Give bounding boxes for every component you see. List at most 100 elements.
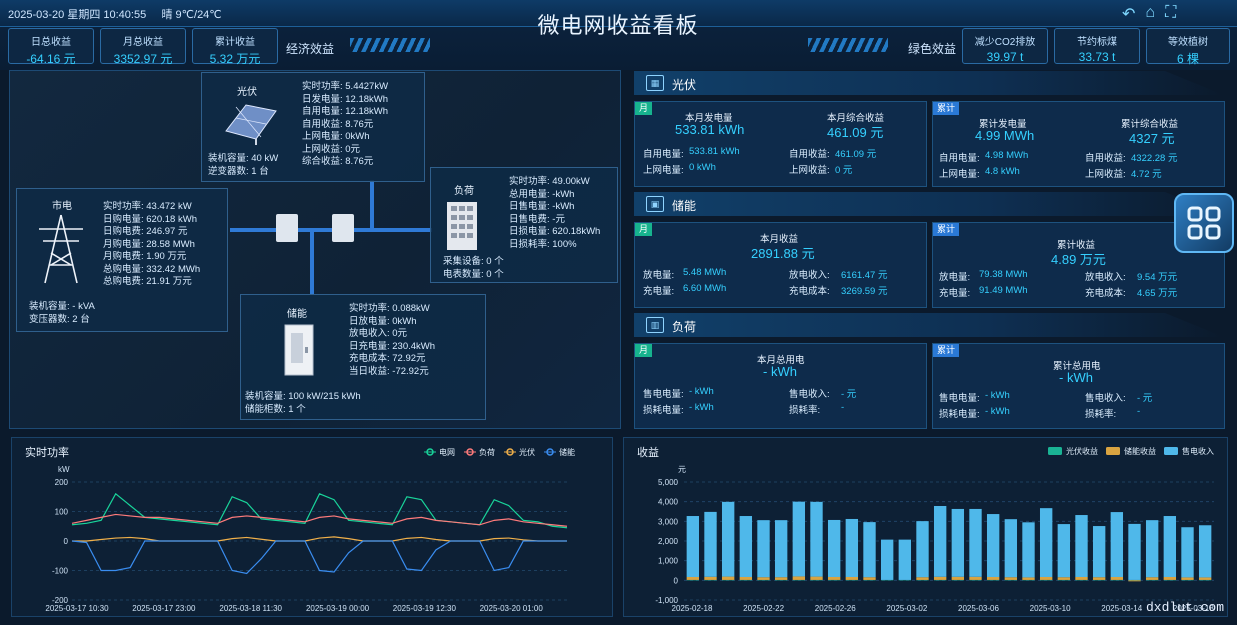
row-label: 放电收入: bbox=[1085, 272, 1126, 283]
grid-node-title: 市电 bbox=[52, 201, 72, 212]
stat-row: 日售电量: -kWh bbox=[509, 201, 575, 212]
meter-icon bbox=[332, 214, 354, 242]
bar-storage bbox=[774, 577, 788, 580]
total-tag: 累计 bbox=[933, 344, 960, 357]
bar-sale bbox=[916, 521, 929, 578]
home-icon[interactable]: ⌂ bbox=[1145, 4, 1155, 24]
row-value: 79.38 MWh bbox=[979, 269, 1028, 280]
row-value: - 元 bbox=[1137, 393, 1153, 404]
bar-sale bbox=[792, 501, 806, 577]
row-label: 充电成本: bbox=[1085, 288, 1126, 299]
row-label: 售电收入: bbox=[789, 389, 830, 400]
load-total-card: 累计 累计总用电 - kWh 售电电量: - kWh 售电收入: - 元 损耗电量: -… bbox=[932, 343, 1225, 429]
legend-label: 售电收入 bbox=[1182, 446, 1214, 456]
bar-sale bbox=[933, 505, 947, 577]
row-value: 4.8 kWh bbox=[985, 166, 1020, 177]
bar-sale bbox=[898, 539, 912, 580]
row-label: 售电电量: bbox=[939, 393, 980, 404]
row-value: - kWh bbox=[985, 390, 1010, 401]
row-label: 损耗电量: bbox=[643, 405, 684, 416]
legend-label: 电网 bbox=[439, 447, 455, 457]
stat-row: 实时功率: 43.472 kW bbox=[103, 201, 192, 212]
row-label: 售电电量: bbox=[643, 389, 684, 400]
row-label: 损耗电量: bbox=[939, 409, 980, 420]
total-tag: 累计 bbox=[933, 102, 960, 115]
series-line-负荷 bbox=[71, 513, 568, 527]
card-rows: 自用电量: 533.81 kWh 自用收益: 461.09 元 上网电量: 0 kWh 上… bbox=[643, 146, 923, 176]
bar-storage bbox=[704, 576, 717, 580]
stat-row: 实时功率: 49.00kW bbox=[509, 176, 590, 187]
row-label: 上网电量: bbox=[643, 165, 684, 176]
load-node-stats: 实时功率: 49.00kW 总用电量: -kWh 日售电量: -kWh 日售电费… bbox=[509, 176, 600, 251]
battery-cabinet-icon bbox=[284, 324, 314, 376]
bar-storage bbox=[810, 576, 823, 580]
pv-node-title: 光伏 bbox=[237, 87, 257, 98]
header-actions: ↶ ⌂ ⛶ bbox=[1122, 4, 1176, 24]
decor-stripes bbox=[808, 38, 888, 52]
menu-grid-button[interactable] bbox=[1174, 193, 1234, 253]
bar-sale bbox=[986, 514, 1000, 577]
storage-icon: ▣ bbox=[646, 196, 664, 212]
y-tick-label: 4,000 bbox=[658, 498, 679, 507]
datetime: 2025-03-20 星期四 10:40:55 bbox=[8, 9, 147, 21]
row-value: - bbox=[841, 402, 845, 413]
stat-row: 充电成本: 72.92元 bbox=[349, 353, 426, 364]
section-title: 储能 bbox=[672, 199, 697, 213]
bar-sale bbox=[827, 519, 841, 577]
x-tick-label: 2025-03-02 bbox=[886, 604, 927, 613]
grid-node-stats: 实时功率: 43.472 kW 日购电量: 620.18 kWh 日购电费: 2… bbox=[103, 201, 200, 289]
x-tick-label: 2025-03-10 bbox=[1030, 604, 1071, 613]
card-rows: 售电电量: - kWh 售电收入: - 元 损耗电量: - kWh 损耗率: - bbox=[939, 390, 1221, 420]
load-node-info: 采集设备: 0 个 电表数量: 0 个 bbox=[443, 256, 504, 281]
bar-storage bbox=[721, 576, 735, 580]
row-value: - kWh bbox=[689, 386, 714, 397]
stat-row: 自用电量: 12.18kWh bbox=[302, 106, 389, 117]
back-icon[interactable]: ↶ bbox=[1122, 4, 1135, 24]
power-chart-panel: 实时功率 kW 200 100 0 -100 -200 2025-03-17 10:30 202… bbox=[11, 437, 613, 617]
stat-row: 日售电费: -元 bbox=[509, 213, 565, 225]
row-value: 461.09 元 bbox=[835, 149, 877, 160]
load-node[interactable]: 负荷 实时功率: 49.00kW 总用电量: -kWh 日售电量: -kWh 日… bbox=[430, 167, 618, 283]
legend-label: 储能收益 bbox=[1124, 446, 1156, 456]
stat-row: 月购电费: 1.90 万元 bbox=[103, 251, 187, 262]
stat-row: 月购电量: 28.58 MWh bbox=[103, 238, 195, 250]
pv-node[interactable]: 光伏 实时功率: 5.4427kW 日发电量: 12.18kWh 自用电量: 1… bbox=[201, 72, 425, 182]
row-value: 0 kWh bbox=[689, 162, 716, 173]
row-label: 损耗率: bbox=[789, 405, 821, 416]
pv-month-card: 月 本月发电量 533.81 kWh 本月综合收益 461.09 元 自用电量:… bbox=[634, 101, 927, 187]
bar-sale bbox=[1110, 512, 1124, 577]
kpi-value: 6 棵 bbox=[1176, 52, 1199, 66]
section-title: 光伏 bbox=[672, 78, 697, 92]
row-value: 533.81 kWh bbox=[689, 146, 740, 157]
fullscreen-icon[interactable]: ⛶ bbox=[1165, 4, 1176, 24]
row-value: 6.60 MWh bbox=[683, 283, 727, 294]
bar-sale bbox=[757, 520, 770, 578]
card-value: 4.89 万元 bbox=[1051, 252, 1106, 267]
pipe-main bbox=[230, 228, 376, 232]
row-label: 放电收入: bbox=[789, 270, 830, 281]
row-value: - kWh bbox=[689, 402, 714, 413]
row-value: - bbox=[1137, 406, 1141, 417]
x-tick-label: 2025-03-20 01:00 bbox=[480, 604, 544, 613]
storage-node[interactable]: 储能 实时功率: 0.088kW 日放电量: 0kWh 放电收入: 0元 日充电… bbox=[240, 294, 486, 420]
x-tick-label: 2025-02-22 bbox=[743, 604, 784, 613]
row-value: 5.48 MWh bbox=[683, 267, 727, 278]
stat-row: 上网收益: 0元 bbox=[302, 143, 361, 155]
legend-label: 光伏 bbox=[519, 447, 535, 457]
card-rows: 放电量: 79.38 MWh 放电收入: 9.54 万元 充电量: 91.49 MWh 充… bbox=[939, 269, 1221, 299]
storage-section-header: ▣ 储能 bbox=[634, 192, 1224, 216]
y-axis-label: 元 bbox=[678, 465, 686, 474]
stat-row: 实时功率: 5.4427kW bbox=[302, 81, 389, 92]
bar-storage bbox=[792, 576, 806, 580]
row-value: 3269.59 元 bbox=[841, 286, 888, 297]
econ-label: 经济效益 bbox=[286, 42, 335, 56]
bar-sale bbox=[774, 520, 788, 578]
kpi-label: 节约标煤 bbox=[1077, 37, 1117, 48]
info-row: 装机容量: - kVA bbox=[29, 301, 95, 312]
grid-node[interactable]: 市电 实时功率: 43.472 kW 日购电量: 620.18 kWh 日购电费… bbox=[16, 188, 228, 332]
bar-storage bbox=[1198, 577, 1212, 580]
row-label: 损耗率: bbox=[1085, 409, 1117, 420]
kpi-value: 33.73 t bbox=[1078, 50, 1116, 64]
row-value: 6161.47 元 bbox=[841, 270, 888, 281]
y-tick-label: 0 bbox=[674, 576, 679, 585]
